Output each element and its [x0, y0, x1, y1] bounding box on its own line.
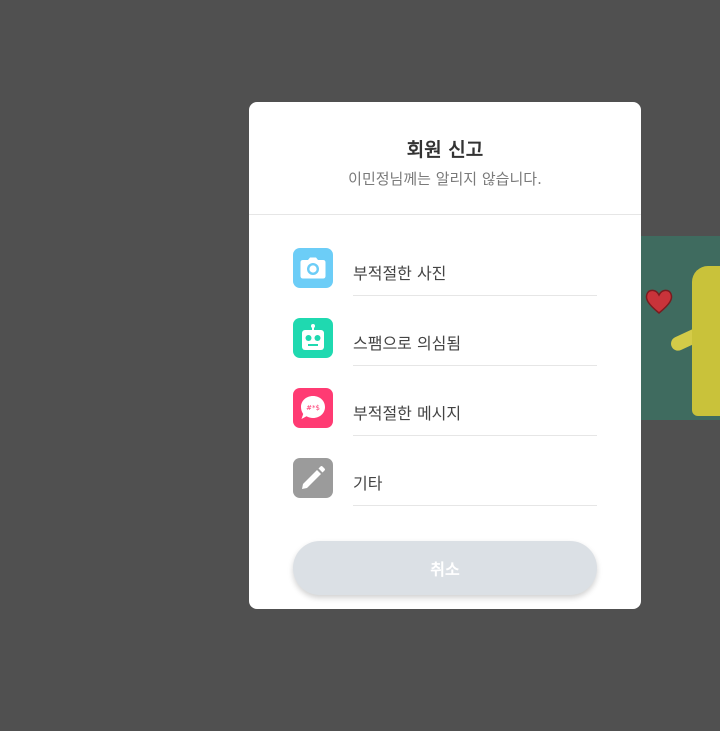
option-label: 스팸으로 의심됨 — [353, 318, 597, 366]
chat-icon-glyph: #*$ — [306, 404, 320, 412]
modal-title: 회원 신고 — [406, 139, 484, 161]
option-label: 부적절한 사진 — [353, 248, 597, 296]
heart-icon — [645, 289, 673, 314]
report-option-inappropriate-photo[interactable]: 부적절한 사진 — [293, 237, 597, 307]
report-option-spam[interactable]: 스팸으로 의심됨 — [293, 307, 597, 377]
camera-icon — [293, 248, 333, 288]
robot-icon — [293, 318, 333, 358]
modal-subtitle: 이민정님께는 알리지 않습니다. — [348, 170, 542, 188]
option-label: 기타 — [353, 458, 597, 506]
report-option-other[interactable]: 기타 — [293, 447, 597, 517]
chat-bubble-icon: #*$ — [293, 388, 333, 428]
report-option-inappropriate-message[interactable]: #*$ 부적절한 메시지 — [293, 377, 597, 447]
report-options-list: 부적절한 사진 스팸으로 의심됨 #*$ 부적절한 메시지 기타 — [249, 215, 641, 517]
modal-header: 회원 신고 이민정님께는 알리지 않습니다. — [249, 102, 641, 215]
pencil-icon — [293, 458, 333, 498]
option-label: 부적절한 메시지 — [353, 388, 597, 436]
report-member-modal: 회원 신고 이민정님께는 알리지 않습니다. 부적절한 사진 스팸으로 의심됨 … — [249, 102, 641, 609]
cancel-button[interactable]: 취소 — [293, 541, 597, 595]
